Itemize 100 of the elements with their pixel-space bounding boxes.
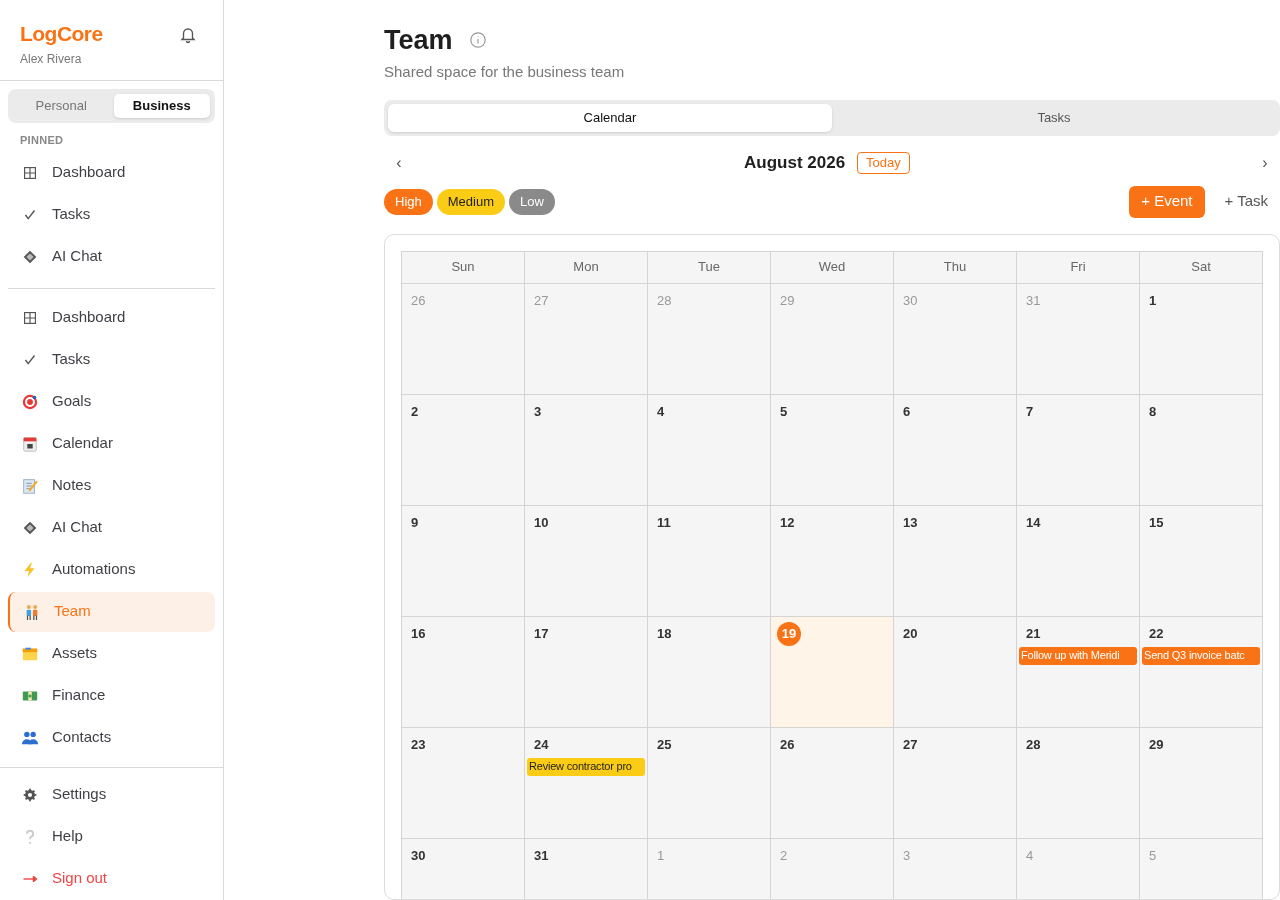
nav-item[interactable]: Notes: [8, 465, 215, 506]
day-number: 4: [1026, 846, 1034, 865]
day-cell[interactable]: 15: [1140, 505, 1263, 617]
day-cell[interactable]: 1: [1140, 283, 1263, 395]
day-number: 26: [411, 291, 426, 310]
day-cell[interactable]: 11: [648, 505, 771, 617]
day-cell[interactable]: 14: [1017, 505, 1140, 617]
space-tab[interactable]: Business: [113, 94, 210, 118]
day-number: 25: [657, 735, 672, 754]
day-number: 29: [780, 291, 795, 310]
nav-item[interactable]: Automations: [8, 549, 215, 590]
nav-item[interactable]: Tasks: [8, 339, 215, 380]
memo-icon: [21, 476, 39, 495]
day-number: 15: [1149, 513, 1164, 532]
nav-item[interactable]: Help: [8, 816, 215, 857]
user-name: Alex Rivera: [20, 51, 83, 68]
day-cell[interactable]: 9: [402, 505, 525, 617]
day-cell[interactable]: 28: [1017, 727, 1140, 839]
day-number: 3: [903, 846, 911, 865]
day-number: 20: [903, 624, 918, 643]
day-number: 6: [903, 402, 911, 421]
day-cell[interactable]: 8: [1140, 394, 1263, 506]
day-cell[interactable]: 25: [648, 727, 771, 839]
nav-item[interactable]: AI Chat: [8, 507, 215, 548]
day-number: 4: [657, 402, 665, 421]
view-tab[interactable]: Tasks: [832, 103, 1276, 132]
day-number: 9: [411, 513, 419, 532]
nav-item[interactable]: Calendar: [8, 423, 215, 464]
day-number: 19: [777, 621, 801, 646]
day-number: 27: [534, 291, 549, 310]
add-task-button[interactable]: + Task: [1212, 185, 1280, 218]
day-number: 5: [1149, 846, 1157, 865]
nav-item[interactable]: Assets: [8, 633, 215, 674]
weekday-header: Wed: [771, 251, 894, 284]
day-cell[interactable]: 13: [894, 505, 1017, 617]
day-cell[interactable]: 17: [525, 616, 648, 728]
day-number: 24: [534, 735, 549, 754]
day-number: 7: [1026, 402, 1034, 421]
previous-month-button[interactable]: ‹: [384, 150, 414, 175]
day-number: 5: [780, 402, 788, 421]
day-cell[interactable]: 6: [894, 394, 1017, 506]
day-number: 3: [534, 402, 542, 421]
day-number: 18: [657, 624, 672, 643]
priority-filter[interactable]: Medium: [436, 188, 505, 215]
weekday-header: Fri: [1017, 251, 1140, 284]
nav-item[interactable]: Dashboard: [8, 152, 215, 193]
day-cell[interactable]: 4: [648, 394, 771, 506]
next-month-button[interactable]: ›: [1250, 150, 1280, 175]
nav-item[interactable]: Dashboard: [8, 297, 215, 338]
day-cell[interactable]: 2: [402, 394, 525, 506]
day-cell[interactable]: 3: [525, 394, 648, 506]
day-cell[interactable]: 30: [402, 838, 525, 899]
day-cell[interactable]: 31: [525, 838, 648, 899]
day-number: 30: [903, 291, 918, 310]
day-cell[interactable]: 10: [525, 505, 648, 617]
day-cell[interactable]: 27: [894, 727, 1017, 839]
weekday-header: Mon: [525, 251, 648, 284]
day-number: 8: [1149, 402, 1157, 421]
day-cell[interactable]: 22 Send Q3 invoice batc: [1140, 616, 1263, 728]
day-cell[interactable]: 5: [771, 394, 894, 506]
day-cell[interactable]: 21 Follow up with Meridi: [1017, 616, 1140, 728]
calendar-event[interactable]: Review contractor pro: [527, 757, 645, 776]
day-number: 26: [780, 735, 795, 754]
sign-out-link[interactable]: Sign out: [8, 858, 215, 899]
day-cell[interactable]: 26: [771, 727, 894, 839]
weekday-header: Sat: [1140, 251, 1263, 284]
day-cell[interactable]: 23: [402, 727, 525, 839]
day-number: 28: [1026, 735, 1041, 754]
page-subtitle: Shared space for the business team: [384, 62, 626, 82]
nav-item[interactable]: Settings: [8, 774, 215, 815]
day-number: 22: [1149, 624, 1164, 643]
day-number: 12: [780, 513, 795, 532]
day-cell[interactable]: 16: [402, 616, 525, 728]
day-cell[interactable]: 20: [894, 616, 1017, 728]
nav-item[interactable]: AI Chat: [8, 236, 215, 277]
day-cell[interactable]: 29: [1140, 727, 1263, 839]
day-number: 13: [903, 513, 918, 532]
day-number: 2: [411, 402, 419, 421]
day-cell[interactable]: 18: [648, 616, 771, 728]
day-number: 2: [780, 846, 788, 865]
day-cell[interactable]: 24 Review contractor pro: [525, 727, 648, 839]
space-tab[interactable]: Personal: [13, 94, 110, 118]
info-icon[interactable]: [468, 31, 487, 49]
day-number: 1: [1149, 291, 1157, 310]
nav-item[interactable]: Tasks: [8, 194, 215, 235]
nav-item[interactable]: Goals: [8, 381, 215, 422]
day-cell[interactable]: 12: [771, 505, 894, 617]
day-number: 28: [657, 291, 672, 310]
day-number: 27: [903, 735, 918, 754]
calendar-icon: [21, 434, 39, 453]
day-number: 30: [411, 846, 426, 865]
bell-icon[interactable]: [179, 26, 197, 44]
day-number: 31: [534, 846, 549, 865]
nav-item[interactable]: Contacts: [8, 717, 215, 758]
nav-item[interactable]: Finance: [8, 675, 215, 716]
day-number: 14: [1026, 513, 1041, 532]
day-number: 31: [1026, 291, 1041, 310]
view-tab[interactable]: Calendar: [388, 103, 832, 132]
day-cell[interactable]: 7: [1017, 394, 1140, 506]
weekday-header: Tue: [648, 251, 771, 284]
